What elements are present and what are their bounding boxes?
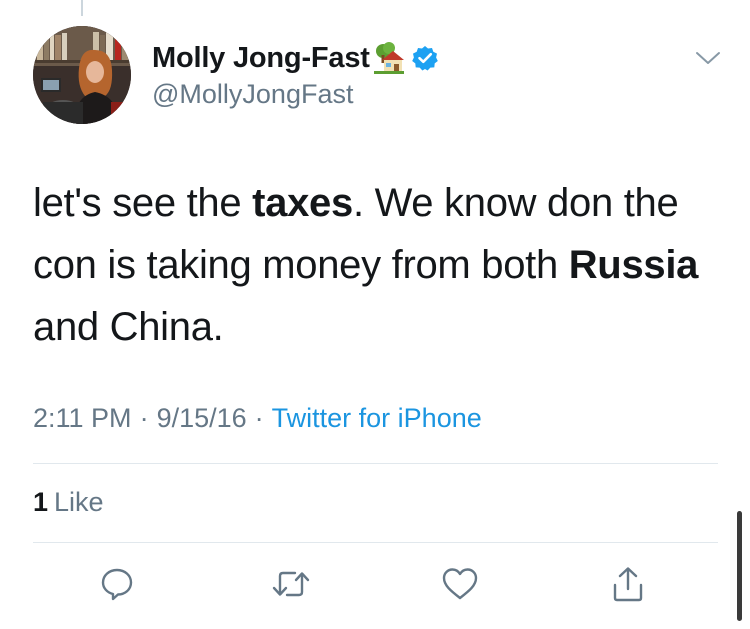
tweet-text: let's see the taxes. We know don the con…: [33, 172, 713, 358]
tweet-time: 2:11 PM: [33, 403, 132, 433]
thread-connector-line: [81, 0, 83, 16]
house-with-garden-icon: [372, 41, 406, 75]
scrollbar[interactable]: [737, 511, 742, 621]
author-handle[interactable]: @MollyJongFast: [152, 79, 353, 110]
retweet-button[interactable]: [269, 564, 313, 608]
tweet-date: 9/15/16: [156, 403, 247, 433]
tweet-text-bold-segment: taxes: [252, 181, 353, 225]
tweet-text-segment: let's see the: [33, 181, 253, 225]
tweet-detail-view: Molly Jong-Fast @MollyJongFast let's see…: [0, 0, 750, 629]
share-button[interactable]: [606, 564, 650, 608]
like-icon: [441, 566, 479, 607]
author-name-row[interactable]: Molly Jong-Fast: [152, 40, 438, 76]
author-display-name[interactable]: Molly Jong-Fast: [152, 42, 370, 75]
tweet-source-link[interactable]: Twitter for iPhone: [272, 403, 482, 433]
likes-summary[interactable]: 1 Like: [33, 487, 104, 518]
verified-badge-icon: [411, 45, 438, 71]
meta-separator: ·: [254, 403, 264, 433]
tweet-text-bold-segment: Russia: [568, 243, 699, 287]
divider: [33, 463, 718, 464]
likes-count: 1: [33, 487, 49, 517]
retweet-icon: [271, 566, 311, 607]
like-button[interactable]: [438, 564, 482, 608]
tweet-metadata: 2:11 PM · 9/15/16 · Twitter for iPhone: [33, 403, 482, 434]
avatar[interactable]: [33, 26, 131, 124]
tweet-text-segment: and China.: [33, 305, 224, 349]
meta-separator: ·: [139, 403, 149, 433]
reply-icon: [99, 566, 135, 607]
avatar-photo: [33, 26, 131, 124]
share-icon: [610, 565, 646, 608]
reply-button[interactable]: [95, 564, 139, 608]
divider: [33, 542, 718, 543]
more-options-chevron-down-icon[interactable]: [694, 48, 722, 68]
likes-label: Like: [54, 487, 104, 517]
